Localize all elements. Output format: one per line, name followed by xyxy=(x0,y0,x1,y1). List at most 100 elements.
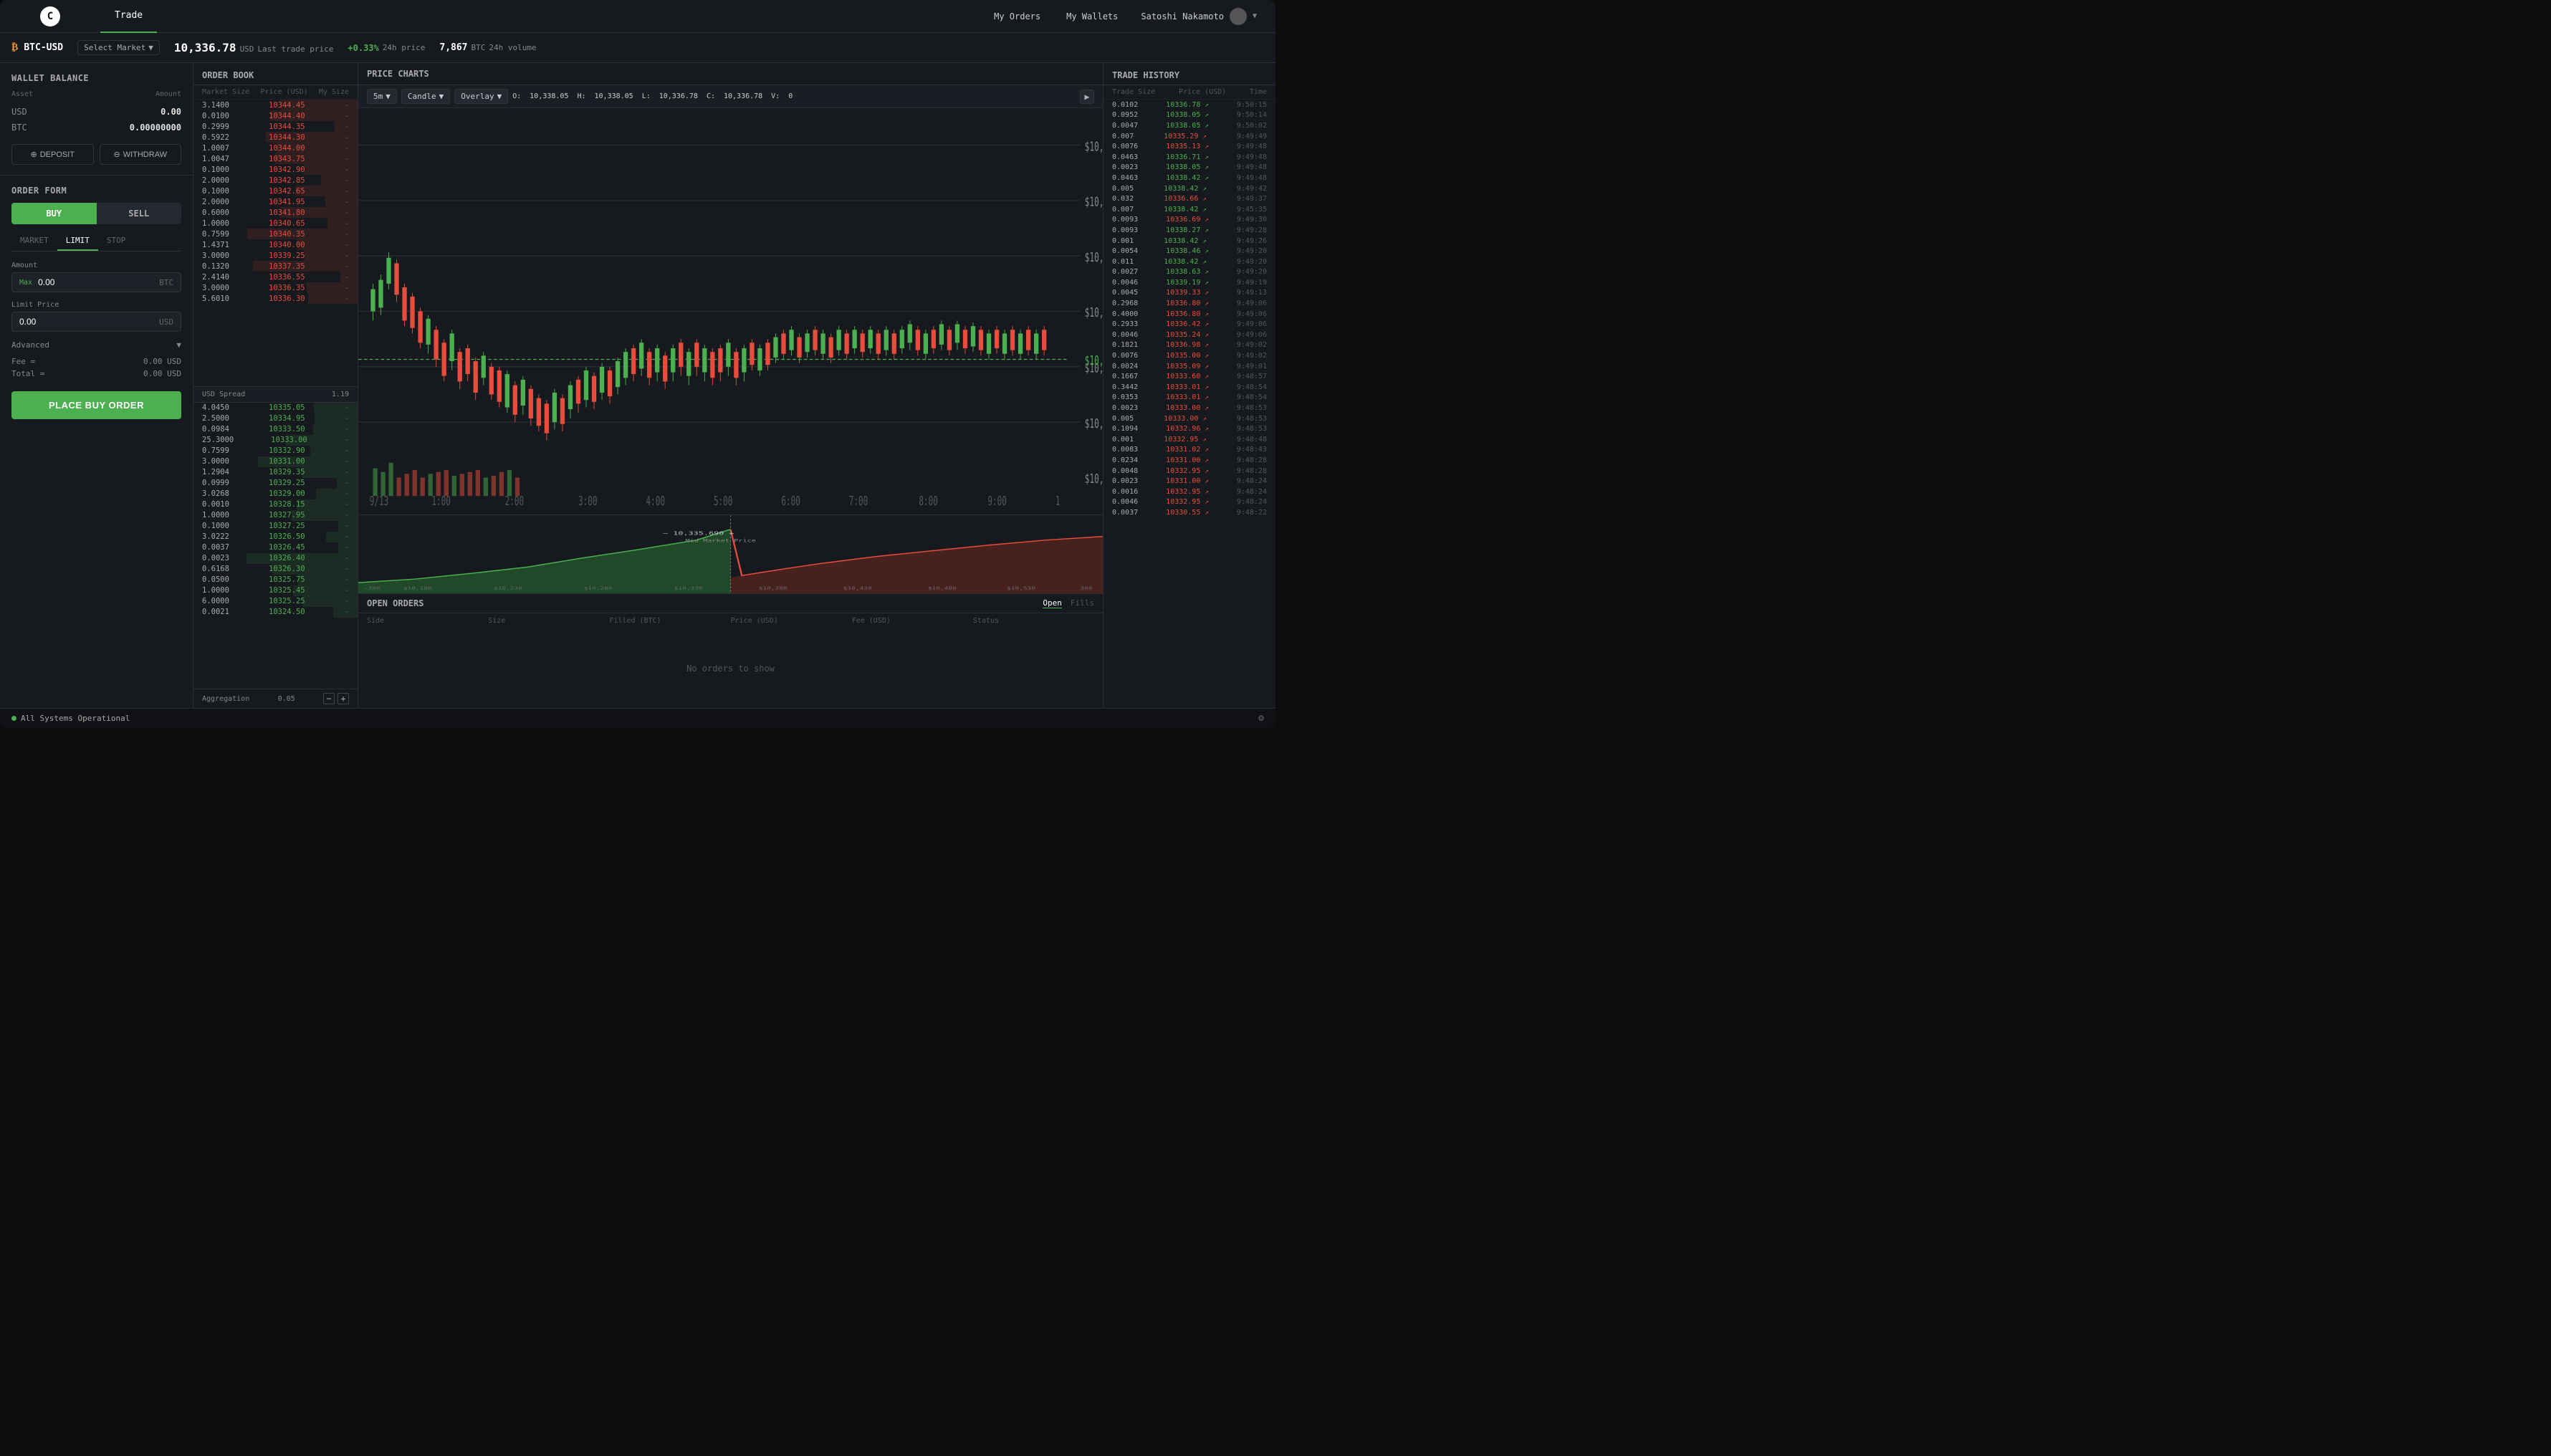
volume-label: V: xyxy=(771,92,780,100)
order-book: Order Book Market Size Price (USD) My Si… xyxy=(193,63,358,708)
oo-col-price: Price (USD) xyxy=(731,617,852,625)
last-price-label: Last trade price xyxy=(257,44,333,54)
fee-value: 0.00 USD xyxy=(143,357,181,366)
bid-row: 6.0000 10325.25 - xyxy=(193,596,358,607)
svg-text:— 10,335.690 +: — 10,335.690 + xyxy=(663,531,734,537)
trade-history-title: Trade History xyxy=(1104,63,1276,85)
wallet-row-usd: USD 0.00 xyxy=(11,104,181,120)
ask-row: 0.6000 10341.80 - xyxy=(193,207,358,218)
amount-unit: BTC xyxy=(159,278,173,287)
buy-tab[interactable]: BUY xyxy=(11,203,97,224)
svg-text:$10,275: $10,275 xyxy=(1085,471,1103,487)
ticker-pair: ₿ BTC-USD xyxy=(11,42,63,54)
svg-text:$10,180: $10,180 xyxy=(403,586,432,591)
btc-icon: ₿ xyxy=(11,42,18,54)
trade-history-rows: 0.0102 10336.78 ↗ 9:50:15 0.0952 10338.0… xyxy=(1104,100,1276,708)
bid-row: 0.0500 10325.75 - xyxy=(193,575,358,585)
withdraw-button[interactable]: ⊖ WITHDRAW xyxy=(100,144,182,165)
svg-text:$10,380: $10,380 xyxy=(759,586,788,591)
left-panel: Wallet Balance Asset Amount USD 0.00 BTC… xyxy=(0,63,193,708)
my-wallets-button[interactable]: My Wallets xyxy=(1056,7,1128,26)
fee-row: Fee = 0.00 USD xyxy=(11,357,181,366)
user-area[interactable]: Satoshi Nakamoto ▼ xyxy=(1134,5,1264,28)
nav-right: My Orders My Wallets Satoshi Nakamoto ▼ xyxy=(984,5,1276,28)
open-orders: Open Orders Open Fills Side Size Filled … xyxy=(358,593,1103,708)
wallet-table: Asset Amount USD 0.00 BTC 0.00000000 xyxy=(11,90,181,135)
amount-usd: 0.00 xyxy=(161,107,181,117)
deposit-button[interactable]: ⊕ DEPOSIT xyxy=(11,144,94,165)
price-change-value: +0.33% xyxy=(348,43,378,53)
sell-tab[interactable]: SELL xyxy=(97,203,182,224)
wallet-balance-title: Wallet Balance xyxy=(11,73,181,83)
aggregation-value: 0.05 xyxy=(278,695,295,703)
amount-input[interactable] xyxy=(38,277,159,287)
ask-rows: 3.1400 10344.45 - 0.0100 10344.40 - 0.29… xyxy=(193,100,358,386)
wallet-actions: ⊕ DEPOSIT ⊖ WITHDRAW xyxy=(11,144,181,165)
max-button[interactable]: Max xyxy=(19,279,32,287)
limit-tab[interactable]: LIMIT xyxy=(57,231,98,251)
svg-text:-300: -300 xyxy=(364,586,381,591)
minus-icon: ⊖ xyxy=(113,150,120,159)
chart-nav-button[interactable]: ▶ xyxy=(1080,90,1094,104)
bid-row: 0.6168 10326.30 - xyxy=(193,564,358,575)
select-market-dropdown[interactable]: Select Market ▼ xyxy=(77,40,160,55)
price-change-label: 24h price xyxy=(383,43,426,52)
place-order-button[interactable]: PLACE BUY ORDER xyxy=(11,391,181,419)
open-orders-tabs: Open Fills xyxy=(1043,598,1094,608)
settings-icon[interactable]: ⚙ xyxy=(1258,713,1264,724)
trade-row: 0.0083 10331.02 ↗ 9:48:43 xyxy=(1104,445,1276,456)
svg-text:$10,400: $10,400 xyxy=(1085,194,1103,210)
ask-row: 3.1400 10344.45 - xyxy=(193,100,358,110)
trade-row: 0.0024 10335.09 ↗ 9:49:01 xyxy=(1104,361,1276,372)
timeframe-dropdown[interactable]: 5m ▼ xyxy=(367,89,397,104)
chart-header: Price Charts xyxy=(358,63,1103,85)
nav-tab-trade[interactable]: Trade xyxy=(100,0,157,33)
overlay-dropdown[interactable]: Overlay ▼ xyxy=(454,89,508,104)
trade-row: 0.0023 10333.00 ↗ 9:48:53 xyxy=(1104,403,1276,413)
last-price-value: 10,336.78 xyxy=(174,41,236,54)
asset-usd: USD xyxy=(11,107,27,117)
trade-row: 0.0016 10332.95 ↗ 9:48:24 xyxy=(1104,487,1276,497)
svg-text:4:00: 4:00 xyxy=(646,493,665,509)
open-tab[interactable]: Open xyxy=(1043,598,1062,608)
amount-group: Amount Max BTC xyxy=(11,262,181,292)
low-label: L: xyxy=(642,92,651,100)
nav-tabs: Trade xyxy=(100,0,984,33)
stop-tab[interactable]: STOP xyxy=(98,231,135,251)
user-avatar xyxy=(1230,8,1247,25)
my-orders-button[interactable]: My Orders xyxy=(984,7,1050,26)
agg-increase-button[interactable]: + xyxy=(338,693,349,704)
market-tab[interactable]: MARKET xyxy=(11,231,57,251)
trade-row: 0.4000 10336.80 ↗ 9:49:06 xyxy=(1104,309,1276,320)
trade-row: 0.0027 10338.63 ↗ 9:49:20 xyxy=(1104,267,1276,278)
trade-row: 0.2968 10336.80 ↗ 9:49:06 xyxy=(1104,298,1276,309)
limit-price-input[interactable] xyxy=(19,317,159,327)
svg-text:300: 300 xyxy=(1081,586,1093,591)
svg-text:9:00: 9:00 xyxy=(987,493,1007,509)
status-left: All Systems Operational xyxy=(11,714,130,723)
trade-row: 0.3442 10333.01 ↗ 9:48:54 xyxy=(1104,382,1276,393)
svg-text:$10,336.78: $10,336.78 xyxy=(1085,353,1103,368)
fills-tab[interactable]: Fills xyxy=(1071,598,1094,608)
chart-area: Price Charts 5m ▼ Candle ▼ Overlay ▼ O: … xyxy=(358,63,1104,708)
trade-row: 0.005 10338.42 ↗ 9:49:42 xyxy=(1104,183,1276,194)
svg-text:$10,530: $10,530 xyxy=(1007,586,1035,591)
chart-type-dropdown[interactable]: Candle ▼ xyxy=(401,89,450,104)
svg-text:$10,300: $10,300 xyxy=(1085,416,1103,431)
amount-col-header: Amount xyxy=(155,90,181,98)
svg-text:2:00: 2:00 xyxy=(505,493,525,509)
close-value: 10,336.78 xyxy=(724,92,762,100)
bid-row: 1.0000 10325.45 - xyxy=(193,585,358,596)
agg-decrease-button[interactable]: − xyxy=(323,693,335,704)
high-label: H: xyxy=(577,92,585,100)
oo-col-side: Side xyxy=(367,617,488,625)
limit-price-label: Limit Price xyxy=(11,301,181,309)
ohlcv-display: O: 10,338.05 H: 10,338.05 L: 10,336.78 C… xyxy=(512,92,1076,100)
main-content: Wallet Balance Asset Amount USD 0.00 BTC… xyxy=(0,63,1276,708)
trade-row: 0.1094 10332.96 ↗ 9:48:53 xyxy=(1104,423,1276,434)
price-chart-container: $10,425 $10,400 $10,375 $10,350 $10,325 … xyxy=(358,108,1103,514)
ob-col-price: Price (USD) xyxy=(260,88,307,96)
ask-row: 0.1000 10342.90 - xyxy=(193,164,358,175)
trade-row: 0.0054 10338.46 ↗ 9:49:20 xyxy=(1104,246,1276,257)
advanced-toggle[interactable]: Advanced ▼ xyxy=(11,340,181,350)
